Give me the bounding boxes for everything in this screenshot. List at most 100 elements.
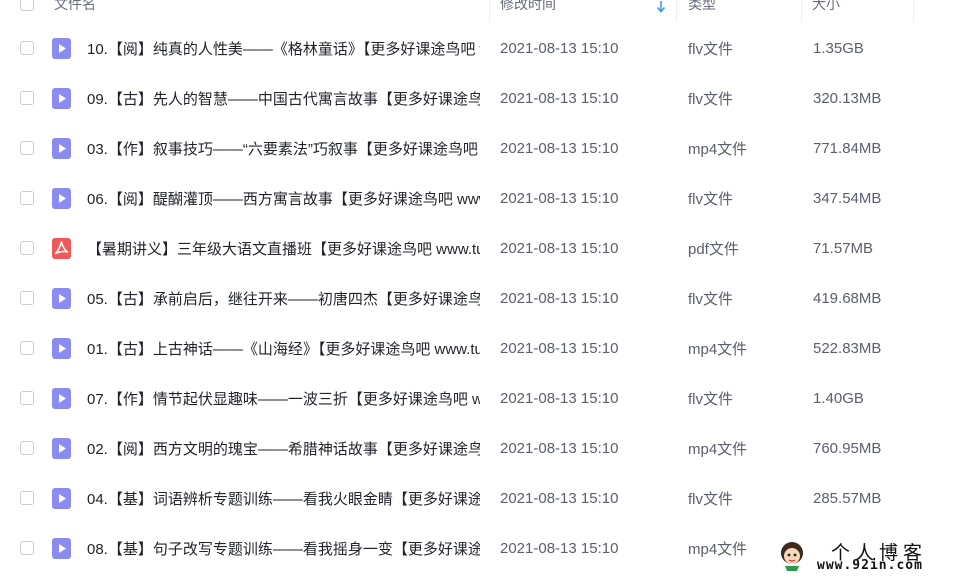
file-modified-time: 2021-08-13 15:10 <box>500 539 619 557</box>
column-header-name-label: 文件名 <box>54 0 96 12</box>
video-file-icon <box>52 137 71 159</box>
file-type: mp4文件 <box>688 440 748 458</box>
file-row[interactable]: 09.【古】先人的智慧——中国古代寓言故事【更多好课途鸟吧 www.tuniao… <box>0 73 969 123</box>
select-all-cell <box>20 0 34 22</box>
column-header-size-label: 大小 <box>812 0 840 12</box>
file-type: flv文件 <box>688 190 734 208</box>
row-select-cell <box>20 223 34 273</box>
row-checkbox[interactable] <box>20 141 34 155</box>
select-all-checkbox[interactable] <box>20 0 34 11</box>
file-row[interactable]: 06.【阅】醍醐灌顶——西方寓言故事【更多好课途鸟吧 www.tuniaoba.… <box>0 173 969 223</box>
row-checkbox[interactable] <box>20 391 34 405</box>
file-list-view: 文件名 修改时间 类型 大小 10.【阅】纯真的人性美——《格林童话》【更多好课… <box>0 0 969 578</box>
file-modified-time: 2021-08-13 15:10 <box>500 39 619 57</box>
row-checkbox[interactable] <box>20 91 34 105</box>
row-checkbox[interactable] <box>20 191 34 205</box>
row-select-cell <box>20 423 34 473</box>
file-name[interactable]: 02.【阅】西方文明的瑰宝——希腊神话故事【更多好课途鸟吧 www.tuniao… <box>87 423 480 473</box>
file-modified-time: 2021-08-13 15:10 <box>500 139 619 157</box>
file-modified-time: 2021-08-13 15:10 <box>500 339 619 357</box>
file-name[interactable]: 01.【古】上古神话——《山海经》【更多好课途鸟吧 www.tuniaoba.c… <box>87 323 480 373</box>
file-icon-cell <box>52 173 71 223</box>
file-icon-cell <box>52 373 71 423</box>
file-row[interactable]: 03.【作】叙事技巧——“六要素法”巧叙事【更多好课途鸟吧 www.tuniao… <box>0 123 969 173</box>
file-name[interactable]: 06.【阅】醍醐灌顶——西方寓言故事【更多好课途鸟吧 www.tuniaoba.… <box>87 173 480 223</box>
file-type: mp4文件 <box>688 540 748 558</box>
file-rows: 10.【阅】纯真的人性美——《格林童话》【更多好课途鸟吧 www.tuniaob… <box>0 23 969 573</box>
file-name[interactable]: 10.【阅】纯真的人性美——《格林童话》【更多好课途鸟吧 www.tuniaob… <box>87 23 480 73</box>
file-row[interactable]: 07.【作】情节起伏显趣味——一波三折【更多好课途鸟吧 www.tuniaoba… <box>0 373 969 423</box>
file-row[interactable]: 05.【古】承前启后，继往开来——初唐四杰【更多好课途鸟吧 www.tuniao… <box>0 273 969 323</box>
row-select-cell <box>20 273 34 323</box>
column-header-size[interactable]: 大小 <box>812 0 914 22</box>
row-select-cell <box>20 473 34 523</box>
video-file-icon <box>52 87 71 109</box>
file-size: 771.84MB <box>813 139 882 157</box>
row-checkbox[interactable] <box>20 241 34 255</box>
file-name[interactable]: 【暑期讲义】三年级大语文直播班【更多好课途鸟吧 www.tuniaoba.com… <box>87 223 480 273</box>
file-icon-cell <box>52 23 71 73</box>
file-name[interactable]: 08.【基】句子改写专题训练——看我摇身一变【更多好课途鸟吧 www.tunia… <box>87 523 480 573</box>
video-file-icon <box>52 487 71 509</box>
row-checkbox[interactable] <box>20 541 34 555</box>
column-header-type[interactable]: 类型 <box>688 0 802 22</box>
file-row[interactable]: 10.【阅】纯真的人性美——《格林童话》【更多好课途鸟吧 www.tuniaob… <box>0 23 969 73</box>
file-icon-cell <box>52 423 71 473</box>
row-checkbox[interactable] <box>20 441 34 455</box>
file-list-header: 文件名 修改时间 类型 大小 <box>0 0 969 22</box>
cartoon-face-icon <box>781 542 803 571</box>
file-icon-cell <box>52 73 71 123</box>
watermark-url: www.92in.com <box>817 558 923 573</box>
row-checkbox[interactable] <box>20 491 34 505</box>
file-icon-cell <box>52 123 71 173</box>
video-file-icon <box>52 287 71 309</box>
file-type: flv文件 <box>688 390 734 408</box>
video-file-icon <box>52 187 71 209</box>
column-header-time[interactable]: 修改时间 <box>500 0 677 22</box>
file-name[interactable]: 07.【作】情节起伏显趣味——一波三折【更多好课途鸟吧 www.tuniaoba… <box>87 373 480 423</box>
file-size: 760.95MB <box>813 439 882 457</box>
column-header-time-label: 修改时间 <box>500 0 556 12</box>
video-file-icon <box>52 537 71 559</box>
file-type: pdf文件 <box>688 240 739 258</box>
file-row[interactable]: 04.【基】词语辨析专题训练——看我火眼金睛【更多好课途鸟吧 www.tunia… <box>0 473 969 523</box>
video-file-icon <box>52 37 71 59</box>
row-select-cell <box>20 323 34 373</box>
video-file-icon <box>52 337 71 359</box>
row-checkbox[interactable] <box>20 41 34 55</box>
file-type: flv文件 <box>688 490 734 508</box>
file-type: flv文件 <box>688 90 734 108</box>
file-size: 71.57MB <box>813 239 874 257</box>
file-size: 419.68MB <box>813 289 882 307</box>
column-header-type-label: 类型 <box>688 0 716 12</box>
file-name[interactable]: 04.【基】词语辨析专题训练——看我火眼金睛【更多好课途鸟吧 www.tunia… <box>87 473 480 523</box>
file-modified-time: 2021-08-13 15:10 <box>500 389 619 407</box>
column-header-name[interactable]: 文件名 <box>54 0 490 22</box>
file-icon-cell <box>52 473 71 523</box>
video-file-icon <box>52 437 71 459</box>
row-select-cell <box>20 523 34 573</box>
file-modified-time: 2021-08-13 15:10 <box>500 189 619 207</box>
file-size: 285.57MB <box>813 489 882 507</box>
file-name[interactable]: 05.【古】承前启后，继往开来——初唐四杰【更多好课途鸟吧 www.tuniao… <box>87 273 480 323</box>
file-row[interactable]: 01.【古】上古神话——《山海经》【更多好课途鸟吧 www.tuniaoba.c… <box>0 323 969 373</box>
sort-descending-icon[interactable] <box>656 0 666 14</box>
file-name[interactable]: 09.【古】先人的智慧——中国古代寓言故事【更多好课途鸟吧 www.tuniao… <box>87 73 480 123</box>
row-select-cell <box>20 73 34 123</box>
row-checkbox[interactable] <box>20 291 34 305</box>
file-modified-time: 2021-08-13 15:10 <box>500 489 619 507</box>
file-name[interactable]: 03.【作】叙事技巧——“六要素法”巧叙事【更多好课途鸟吧 www.tuniao… <box>87 123 480 173</box>
file-size: 347.54MB <box>813 189 882 207</box>
file-modified-time: 2021-08-13 15:10 <box>500 89 619 107</box>
file-icon-cell <box>52 323 71 373</box>
file-row[interactable]: 【暑期讲义】三年级大语文直播班【更多好课途鸟吧 www.tuniaoba.com… <box>0 223 969 273</box>
file-modified-time: 2021-08-13 15:10 <box>500 439 619 457</box>
pdf-file-icon <box>52 237 71 259</box>
file-size: 1.40GB <box>813 389 864 407</box>
file-modified-time: 2021-08-13 15:10 <box>500 239 619 257</box>
file-type: mp4文件 <box>688 340 748 358</box>
file-row[interactable]: 02.【阅】西方文明的瑰宝——希腊神话故事【更多好课途鸟吧 www.tuniao… <box>0 423 969 473</box>
file-icon-cell <box>52 523 71 573</box>
row-checkbox[interactable] <box>20 341 34 355</box>
site-watermark: 个人博客 www.92in.com <box>775 536 969 578</box>
